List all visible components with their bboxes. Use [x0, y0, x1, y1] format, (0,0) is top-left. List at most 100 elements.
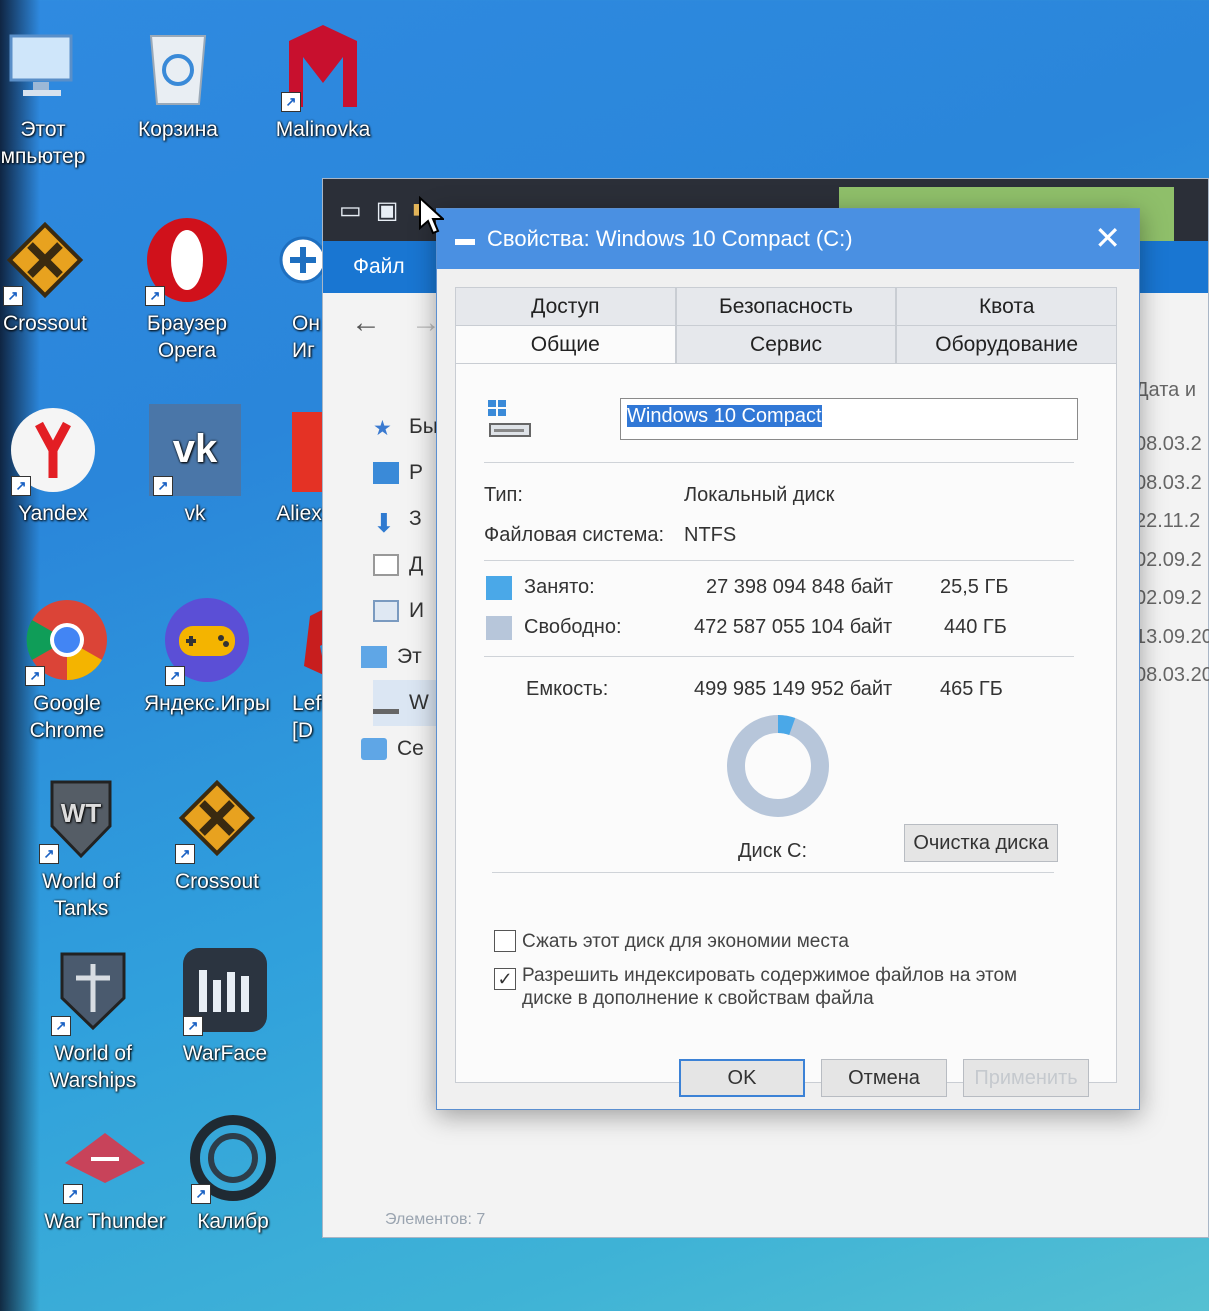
- tab-tools[interactable]: Сервис: [675, 325, 897, 363]
- apply-button[interactable]: Применить: [963, 1059, 1089, 1097]
- yandex-games-shortcut[interactable]: ↗ Яндекс.Игры: [142, 594, 272, 717]
- type-label: Тип:: [484, 484, 523, 506]
- shortcut-arrow-icon: ↗: [11, 476, 31, 496]
- icon-label: Yandex: [18, 502, 88, 525]
- war-thunder-icon: ↗: [59, 1112, 151, 1204]
- date-column: Дата и 08.03.2 08.03.2 22.11.2 02.09.2 0…: [1135, 379, 1209, 703]
- close-icon[interactable]: ✕: [1094, 221, 1121, 255]
- kalibr-shortcut[interactable]: ↗ Калибр: [168, 1112, 298, 1235]
- download-icon: ⬇: [373, 508, 395, 538]
- crossout-icon: ↗: [0, 214, 91, 306]
- icon-label: Корзина: [138, 118, 218, 141]
- disk-cleanup-button[interactable]: Очистка диска: [904, 824, 1058, 862]
- network-icon: [361, 738, 387, 760]
- disk-usage-ring: [726, 714, 830, 818]
- capacity-size: 465 ГБ: [940, 678, 1003, 700]
- drive-icon[interactable]: ▭: [339, 196, 362, 225]
- shortcut-arrow-icon: ↗: [39, 844, 59, 864]
- ring-free-segment: [727, 715, 829, 817]
- cancel-button[interactable]: Отмена: [821, 1059, 947, 1097]
- yandex-shortcut[interactable]: ↗ Yandex: [0, 404, 118, 527]
- free-label: Свободно:: [524, 616, 622, 638]
- world-of-warships-icon: ↗: [47, 944, 139, 1036]
- date-cell: 13.09.20: [1135, 625, 1209, 648]
- aliexpress-shortcut[interactable]: Aliex: [268, 404, 330, 527]
- icon-label: Crossout: [174, 870, 260, 893]
- windows-drive-icon: [486, 398, 534, 440]
- world-of-tanks-shortcut[interactable]: WT ↗ World of Tanks: [16, 772, 146, 922]
- tab-general[interactable]: Общие: [455, 325, 676, 363]
- shortcut-arrow-icon: ↗: [191, 1184, 211, 1204]
- vk-shortcut[interactable]: vk ↗ vk: [130, 404, 260, 527]
- date-cell: 08.03.20: [1135, 664, 1209, 686]
- icon-label: Crossout: [2, 312, 88, 335]
- drive-icon: [373, 692, 399, 714]
- opera-shortcut[interactable]: ↗ Браузер Opera: [122, 214, 252, 364]
- index-checkbox[interactable]: ✓: [494, 968, 516, 990]
- ribbon-tab-file[interactable]: Файл: [353, 255, 405, 279]
- used-label: Занято:: [524, 576, 595, 598]
- computer-icon: [0, 20, 89, 112]
- dialog-title: Свойства: Windows 10 Compact (C:): [487, 226, 853, 251]
- vk-icon: vk ↗: [149, 404, 241, 496]
- opera-icon: ↗: [141, 214, 233, 306]
- malinovka-icon: ↗: [277, 20, 369, 112]
- divider: [484, 656, 1074, 657]
- recycle-bin-shortcut[interactable]: Корзина: [113, 20, 243, 143]
- icon-label: Google Chrome: [29, 692, 105, 742]
- tab-quota[interactable]: Квота: [896, 287, 1118, 325]
- column-header-date[interactable]: Дата и: [1135, 379, 1209, 433]
- filesystem-label: Файловая система:: [484, 524, 665, 546]
- shortcut-arrow-icon: ↗: [165, 666, 185, 686]
- recycle-bin-icon: [132, 20, 224, 112]
- shortcut-arrow-icon: ↗: [25, 666, 45, 686]
- divider: [484, 462, 1074, 463]
- world-of-warships-shortcut[interactable]: ↗ World of Warships: [28, 944, 158, 1094]
- svg-text:vk: vk: [173, 427, 218, 471]
- malinovka-shortcut[interactable]: ↗ Malinovka: [258, 20, 388, 143]
- compress-checkbox[interactable]: [494, 930, 516, 952]
- divider: [484, 560, 1074, 561]
- svg-text:WT: WT: [61, 798, 102, 828]
- warface-shortcut[interactable]: ↗ WarFace: [160, 944, 290, 1067]
- volume-name-field[interactable]: Windows 10 Compact: [620, 398, 1078, 440]
- divider: [492, 872, 1054, 873]
- general-tab-panel: Windows 10 Compact Тип: Локальный диск Ф…: [455, 363, 1117, 1083]
- properties-icon[interactable]: ▣: [376, 196, 399, 225]
- dialog-titlebar[interactable]: ▬ Свойства: Windows 10 Compact (C:) ✕: [437, 209, 1139, 269]
- tab-sharing[interactable]: Доступ: [455, 287, 676, 325]
- icon-label: Яндекс.Игры: [144, 692, 270, 715]
- chrome-shortcut[interactable]: ↗ Google Chrome: [2, 594, 132, 744]
- war-thunder-shortcut[interactable]: ↗ War Thunder: [40, 1112, 170, 1235]
- free-space-swatch: [486, 616, 512, 640]
- date-cell: 22.11.2: [1135, 510, 1201, 532]
- warface-icon: ↗: [179, 944, 271, 1036]
- tab-security[interactable]: Безопасность: [675, 287, 897, 325]
- crossout2-shortcut[interactable]: ↗ Crossout: [152, 772, 282, 895]
- capacity-label: Емкость:: [526, 678, 609, 700]
- date-cell: 08.03.2: [1135, 433, 1202, 455]
- back-arrow-icon[interactable]: ←: [351, 306, 381, 340]
- yandex-icon: ↗: [7, 404, 99, 496]
- ok-button[interactable]: OK: [679, 1059, 805, 1097]
- disk-label: Диск C:: [738, 840, 808, 862]
- icon-label: Калибр: [197, 1210, 269, 1233]
- icon-label: Этот мпьютер: [0, 118, 86, 168]
- index-label: Разрешить индексировать содержимое файло…: [522, 964, 1017, 1010]
- type-value: Локальный диск: [684, 484, 835, 506]
- compress-label: Сжать этот диск для экономии места: [522, 931, 849, 952]
- shortcut-arrow-icon: ↗: [175, 844, 195, 864]
- icon-label: WarFace: [182, 1042, 268, 1065]
- tab-hardware[interactable]: Оборудование: [896, 325, 1118, 363]
- crossout-shortcut[interactable]: ↗ Crossout: [0, 214, 110, 337]
- icon-label: Браузер Opera: [146, 312, 228, 362]
- desktop-icon: [373, 462, 399, 484]
- online-games-shortcut[interactable]: Он Иг: [258, 214, 328, 364]
- star-icon: ★: [373, 417, 392, 440]
- icon-label: War Thunder: [44, 1210, 166, 1233]
- this-pc-shortcut[interactable]: Этот мпьютер: [0, 20, 108, 170]
- tab-row-2: Общие Сервис Оборудование: [455, 325, 1118, 363]
- mouse-cursor-icon: [419, 196, 444, 235]
- free-bytes: 472 587 055 104 байт: [694, 616, 893, 638]
- drive-properties-dialog: ▬ Свойства: Windows 10 Compact (C:) ✕ До…: [436, 208, 1140, 1110]
